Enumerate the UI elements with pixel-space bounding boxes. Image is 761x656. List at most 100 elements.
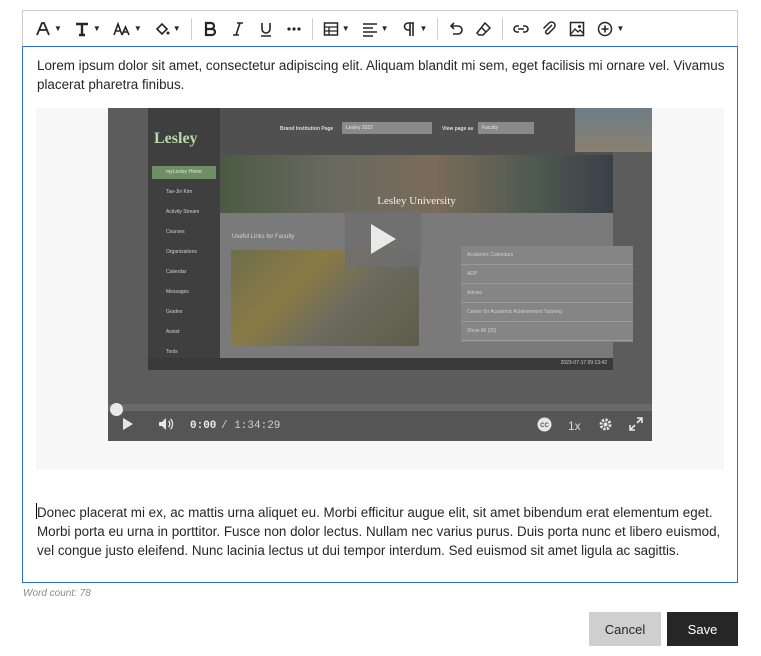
clear-formatting-icon [476, 21, 492, 36]
play-button[interactable] [122, 417, 134, 431]
frame-brand-label: Brand Institution Page [280, 126, 334, 132]
more-formats-button[interactable] [282, 15, 306, 43]
frame-nav-item: Assist [166, 329, 180, 335]
toolbar-divider [502, 18, 504, 40]
frame-link: Advise [461, 284, 633, 303]
frame-nav-item: Messages [166, 289, 189, 295]
image-button[interactable] [565, 15, 589, 43]
more-formats-icon [287, 27, 301, 31]
underline-button[interactable] [254, 15, 278, 43]
editor-paragraph[interactable]: Lorem ipsum dolor sit amet, consectetur … [37, 56, 727, 94]
frame-link: Center for Academic Achievement Tutoring [461, 303, 633, 322]
frame-header: Brand Institution Page Lesley 2022 View … [220, 108, 613, 156]
bold-button[interactable] [198, 15, 222, 43]
frame-view-label: View page as [442, 126, 474, 132]
toolbar-divider [311, 18, 313, 40]
frame-sidebar: Lesley myLesley Home Tae-Jin Kim Activit… [148, 108, 220, 370]
frame-clock: 2023-07-17 09:13:42 [560, 360, 607, 366]
bold-icon [204, 21, 216, 37]
frame-nav-item: Organizations [166, 249, 197, 255]
frame-nav-item: Tae-Jin Kim [166, 189, 193, 195]
toolbar-divider [437, 18, 439, 40]
paragraph-button[interactable]: ▼ [397, 15, 432, 43]
frame-nav-item: Grades [166, 309, 183, 315]
italic-button[interactable] [226, 15, 250, 43]
link-button[interactable] [509, 15, 533, 43]
embedded-video-container: Lesley myLesley Home Tae-Jin Kim Activit… [36, 108, 724, 470]
frame-links-heading: Useful Links for Faculty [232, 234, 295, 240]
video-player[interactable]: Lesley myLesley Home Tae-Jin Kim Activit… [108, 108, 652, 441]
progress-bar[interactable] [108, 404, 652, 411]
editor-area[interactable]: Lorem ipsum dolor sit amet, consectetur … [22, 46, 738, 583]
paragraph-icon [403, 22, 414, 36]
svg-text:CC: CC [540, 423, 549, 429]
text-color-button[interactable]: ▼ [150, 15, 185, 43]
playback-speed-button[interactable]: 1x [568, 419, 581, 433]
chevron-down-icon: ▼ [92, 24, 101, 33]
captions-button[interactable]: CC [537, 417, 552, 432]
image-icon [570, 21, 585, 37]
total-duration: / 1:34:29 [221, 420, 281, 432]
frame-view-select: Faculty [478, 122, 534, 134]
text-color-icon [155, 22, 170, 36]
frame-brand-select: Lesley 2022 [342, 122, 432, 134]
font-size-button[interactable]: ▼ [109, 15, 146, 43]
frame-webcam [575, 108, 652, 152]
frame-nav-item: Courses [166, 229, 185, 235]
cancel-button[interactable]: Cancel [589, 612, 661, 646]
toolbar-divider [190, 18, 192, 40]
frame-banner-title: Lesley University [377, 195, 456, 207]
insert-content-button[interactable]: ▼ [593, 15, 628, 43]
frame-links-list: Academic Calendars ADP Advise Center for… [461, 246, 633, 342]
play-icon [123, 418, 133, 430]
big-play-button[interactable] [345, 211, 421, 267]
font-style-icon [36, 22, 50, 36]
chevron-down-icon: ▼ [133, 24, 142, 33]
chevron-down-icon: ▼ [54, 24, 62, 33]
text-format-icon [75, 22, 88, 37]
gear-icon [599, 418, 612, 431]
frame-logo: Lesley [154, 130, 198, 147]
frame-link: Show All (20) [461, 322, 633, 341]
link-icon [513, 25, 530, 33]
chevron-down-icon: ▼ [616, 24, 625, 33]
clear-formatting-button[interactable] [472, 15, 496, 43]
chevron-down-icon: ▼ [419, 24, 428, 33]
undo-button[interactable] [444, 15, 468, 43]
editor-paragraph[interactable]: Donec placerat mi ex, ac mattis urna ali… [37, 503, 727, 560]
chevron-down-icon: ▼ [380, 24, 389, 33]
chevron-down-icon: ▼ [341, 24, 350, 33]
italic-icon [232, 22, 243, 36]
play-icon [371, 224, 396, 254]
volume-icon [159, 418, 174, 430]
word-count: Word count: 78 [23, 588, 91, 599]
align-icon [362, 23, 377, 37]
align-button[interactable]: ▼ [358, 15, 393, 43]
font-style-button[interactable]: ▼ [31, 15, 66, 43]
frame-nav-item: myLesley Home [152, 166, 216, 179]
save-button[interactable]: Save [667, 612, 738, 646]
fullscreen-button[interactable] [629, 417, 643, 431]
insert-content-icon [598, 21, 613, 37]
attach-icon [543, 21, 557, 35]
frame-taskbar: 2023-07-17 09:13:42 [148, 358, 613, 370]
current-time: 0:00 [190, 420, 217, 432]
table-icon [323, 22, 338, 36]
fullscreen-icon [629, 417, 643, 431]
chevron-down-icon: ▼ [172, 24, 181, 33]
frame-nav-item: Activity Stream [166, 209, 200, 215]
text-format-button[interactable]: ▼ [70, 15, 105, 43]
video-controls: 0:00 / 1:34:29 CC 1x [108, 403, 652, 441]
text-cursor [36, 503, 37, 519]
font-size-icon [113, 21, 130, 36]
frame-nav-item: Calendar [166, 269, 187, 275]
frame-banner: Lesley University [220, 155, 613, 213]
progress-scrubber[interactable] [110, 403, 123, 416]
settings-button[interactable] [598, 417, 613, 432]
table-button[interactable]: ▼ [319, 15, 354, 43]
attach-button[interactable] [537, 15, 561, 43]
frame-link: Academic Calendars [461, 246, 633, 265]
volume-button[interactable] [158, 417, 175, 431]
closed-captions-icon: CC [537, 417, 552, 432]
frame-link: ADP [461, 265, 633, 284]
